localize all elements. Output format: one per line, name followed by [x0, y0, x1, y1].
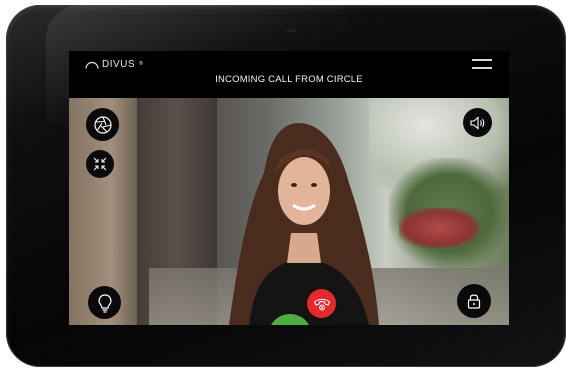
aperture-icon: [93, 115, 112, 134]
reject-call-button[interactable]: [307, 289, 336, 318]
top-bar: DIVUS ® INCOMING CALL FROM CIRCLE: [69, 51, 509, 98]
fullscreen-button[interactable]: [86, 150, 114, 178]
parked-car: [399, 208, 479, 248]
lightbulb-icon: [97, 293, 112, 313]
visitor-figure: [229, 123, 379, 325]
camera-feed: [69, 98, 509, 325]
menu-icon[interactable]: [472, 58, 492, 69]
door-open-button[interactable]: [457, 284, 491, 318]
phone-hangup-icon: [313, 298, 330, 310]
speaker-button[interactable]: [463, 108, 492, 137]
call-title: INCOMING CALL FROM CIRCLE: [215, 74, 363, 85]
device-camera: [286, 29, 296, 32]
intercom-screen: DIVUS ® INCOMING CALL FROM CIRCLE: [69, 51, 509, 325]
divus-arc-icon: [85, 61, 99, 69]
snapshot-button[interactable]: [86, 108, 119, 141]
lock-icon: [467, 294, 481, 309]
brand-name: DIVUS: [102, 58, 136, 70]
compress-arrows-icon: [93, 157, 107, 171]
divus-logo: DIVUS ®: [85, 57, 143, 71]
brand-registered: ®: [139, 61, 144, 67]
light-button[interactable]: [88, 286, 121, 319]
phone-icon: [278, 324, 302, 325]
speaker-icon: [469, 115, 484, 130]
